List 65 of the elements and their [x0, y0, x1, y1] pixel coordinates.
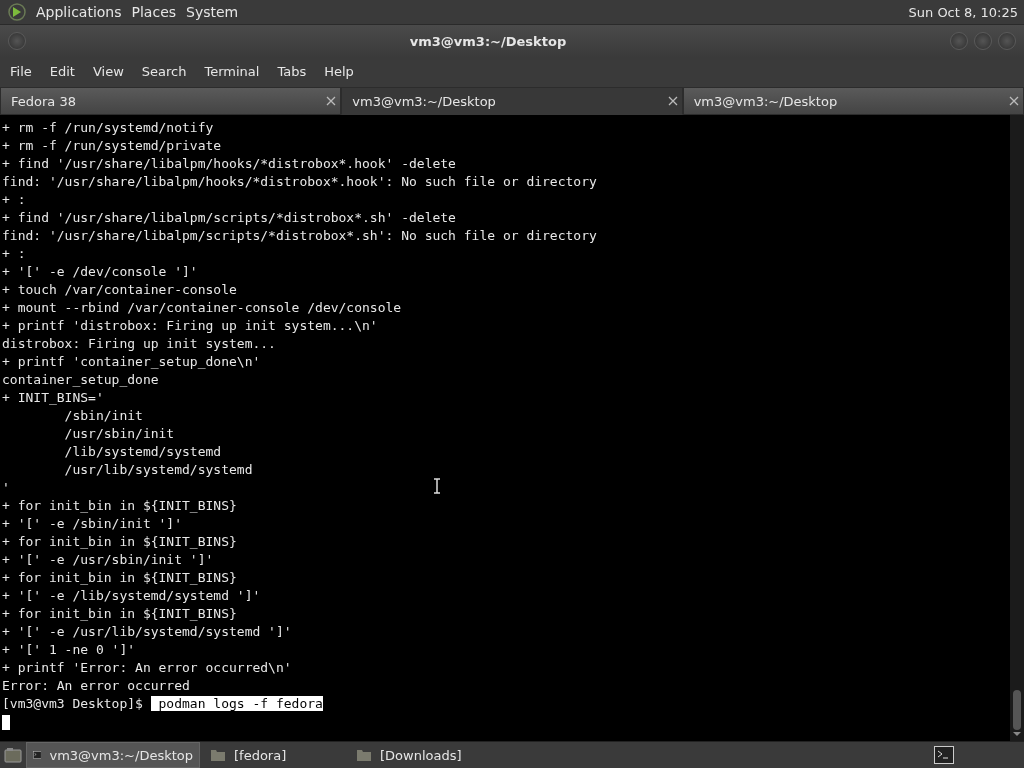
- taskbar-button[interactable]: vm3@vm3:~/Desktop: [26, 742, 200, 768]
- folder-icon: [356, 748, 372, 762]
- terminal-line: + '[' -e /lib/systemd/systemd ']': [2, 587, 261, 605]
- terminal-line: + find '/usr/share/libalpm/scripts/*distrobox*.sh' -delete: [2, 209, 456, 227]
- terminal-line: /usr/sbin/init: [63, 425, 175, 443]
- menu-item[interactable]: File: [4, 61, 38, 81]
- terminal-line: + '[' -e /dev/console ']': [2, 263, 198, 281]
- terminal-line: + :: [2, 191, 26, 209]
- terminal-line: + '[' -e /sbin/init ']': [2, 515, 182, 533]
- menu-item[interactable]: Edit: [43, 61, 81, 81]
- terminal-line: /usr/lib/systemd/systemd: [63, 461, 253, 479]
- terminal-line: container_setup_done: [2, 371, 159, 389]
- terminal-line: + for init_bin in ${INIT_BINS}: [2, 533, 237, 551]
- show-desktop-icon[interactable]: [4, 747, 22, 763]
- terminal-line: + for init_bin in ${INIT_BINS}: [2, 497, 237, 515]
- terminal-line: ': [2, 479, 10, 497]
- terminal-line: + touch /var/container-console: [2, 281, 237, 299]
- terminal-line: + rm -f /run/systemd/private: [2, 137, 222, 155]
- terminal-icon[interactable]: [934, 746, 954, 764]
- terminal-line: + for init_bin in ${INIT_BINS}: [2, 605, 237, 623]
- terminal-line: + mount --rbind /var/container-console /dev/console: [2, 299, 402, 317]
- menu-item[interactable]: Tabs: [271, 61, 313, 81]
- terminal-line: /sbin/init: [63, 407, 143, 425]
- logo-icon[interactable]: [8, 3, 26, 21]
- terminal-line: + printf 'container_setup_done\n': [2, 353, 261, 371]
- panel-menu[interactable]: Applications: [36, 4, 122, 20]
- terminal-line: Error: An error occurred: [2, 677, 190, 695]
- folder-icon: [210, 748, 226, 762]
- shell-prompt: [vm3@vm3 Desktop]$: [2, 696, 143, 711]
- text-cursor: [2, 715, 10, 730]
- terminal-line: + printf 'Error: An error occurred\n': [2, 659, 292, 677]
- tab[interactable]: vm3@vm3:~/Desktop: [341, 87, 683, 115]
- terminal-line: distrobox: Firing up init system...: [2, 335, 276, 353]
- menu-item[interactable]: Search: [135, 61, 193, 81]
- terminal-line: find: '/usr/share/libalpm/hooks/*distrobox*.hook': No such file or directory: [2, 173, 597, 191]
- mouse-pointer-icon: [433, 478, 441, 494]
- terminal-line: + INIT_BINS=': [2, 389, 104, 407]
- panel-menu[interactable]: Places: [131, 4, 177, 20]
- panel-menu[interactable]: System: [186, 4, 239, 20]
- close-icon[interactable]: [1009, 96, 1019, 106]
- menu-item[interactable]: Help: [318, 61, 360, 81]
- menu-item[interactable]: Terminal: [198, 61, 266, 81]
- terminal-line: /lib/systemd/systemd: [63, 443, 222, 461]
- terminal-line: + '[' 1 -ne 0 ']': [2, 641, 136, 659]
- terminal-icon: [33, 748, 42, 762]
- tab[interactable]: Fedora 38: [0, 87, 342, 115]
- window-title: vm3@vm3:~/Desktop: [408, 33, 568, 49]
- terminal-line: + '[' -e /usr/lib/systemd/systemd ']': [2, 623, 292, 641]
- terminal-line: find: '/usr/share/libalpm/scripts/*distrobox*.sh': No such file or directory: [2, 227, 597, 245]
- tab[interactable]: vm3@vm3:~/Desktop: [682, 87, 1024, 115]
- taskbar-button[interactable]: [fedora]: [204, 743, 346, 767]
- terminal-line: + :: [2, 245, 26, 263]
- terminal-line: + '[' -e /usr/sbin/init ']': [2, 551, 214, 569]
- selected-command: podman logs -f fedora: [150, 696, 323, 711]
- scrollbar-thumb[interactable]: [1013, 690, 1021, 730]
- close-icon[interactable]: [667, 96, 678, 106]
- menu-item[interactable]: View: [86, 61, 130, 81]
- terminal-line: + for init_bin in ${INIT_BINS}: [2, 569, 237, 587]
- terminal-line: + find '/usr/share/libalpm/hooks/*distrobox*.hook' -delete: [2, 155, 456, 173]
- terminal-line: + printf 'distrobox: Firing up init system...\n': [2, 317, 378, 335]
- close-icon[interactable]: [326, 96, 337, 106]
- clock[interactable]: Sun Oct 8, 10:25: [908, 4, 1018, 20]
- scrollbar[interactable]: [1010, 115, 1024, 741]
- terminal-line: + rm -f /run/systemd/notify: [2, 119, 214, 137]
- taskbar-button[interactable]: [Downloads]: [350, 743, 522, 767]
